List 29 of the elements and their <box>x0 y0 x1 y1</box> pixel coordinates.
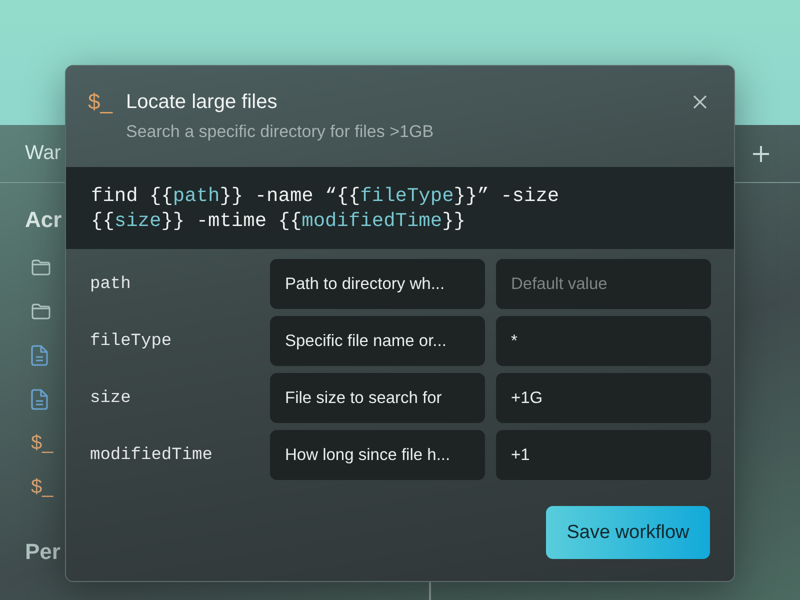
folder-icon <box>31 302 51 320</box>
dialog-subtitle: Search a specific directory for files >1GB <box>126 122 435 142</box>
dialog-title: Locate large files <box>126 90 278 115</box>
description-field[interactable]: Specific file name or... <box>270 316 485 366</box>
command-line: find {{path}} -name “{{fileType}}” -size <box>91 184 560 209</box>
description-field[interactable]: How long since file h... <box>270 430 485 480</box>
description-field[interactable]: File size to search for <box>270 373 485 423</box>
save-workflow-button[interactable]: Save workflow <box>546 506 710 559</box>
document-icon <box>31 344 48 366</box>
terminal-icon: $_ <box>31 433 54 453</box>
default-value-field[interactable]: +1 <box>496 430 711 480</box>
default-value-field[interactable]: Default value <box>496 259 711 309</box>
description-field[interactable]: Path to directory wh... <box>270 259 485 309</box>
document-icon <box>31 388 48 410</box>
parameter-name: fileType <box>89 332 172 350</box>
terminal-icon: $_ <box>31 477 54 497</box>
parameter-name: size <box>89 388 131 408</box>
parameter-name: path <box>89 274 131 294</box>
default-value-field[interactable]: +1G <box>496 373 711 423</box>
tab-label[interactable]: War <box>25 142 61 165</box>
default-value-field[interactable]: * <box>496 316 711 366</box>
terminal-icon: $_ <box>88 90 126 116</box>
plus-icon[interactable] <box>752 144 770 162</box>
section-heading: Per <box>25 539 60 565</box>
folder-icon <box>31 258 51 276</box>
parameter-name: modifiedTime <box>89 446 212 464</box>
close-icon[interactable] <box>692 94 708 110</box>
command-line: {{size}} -mtime {{modifiedTime}} <box>91 209 466 234</box>
section-heading: Acr <box>25 207 62 233</box>
